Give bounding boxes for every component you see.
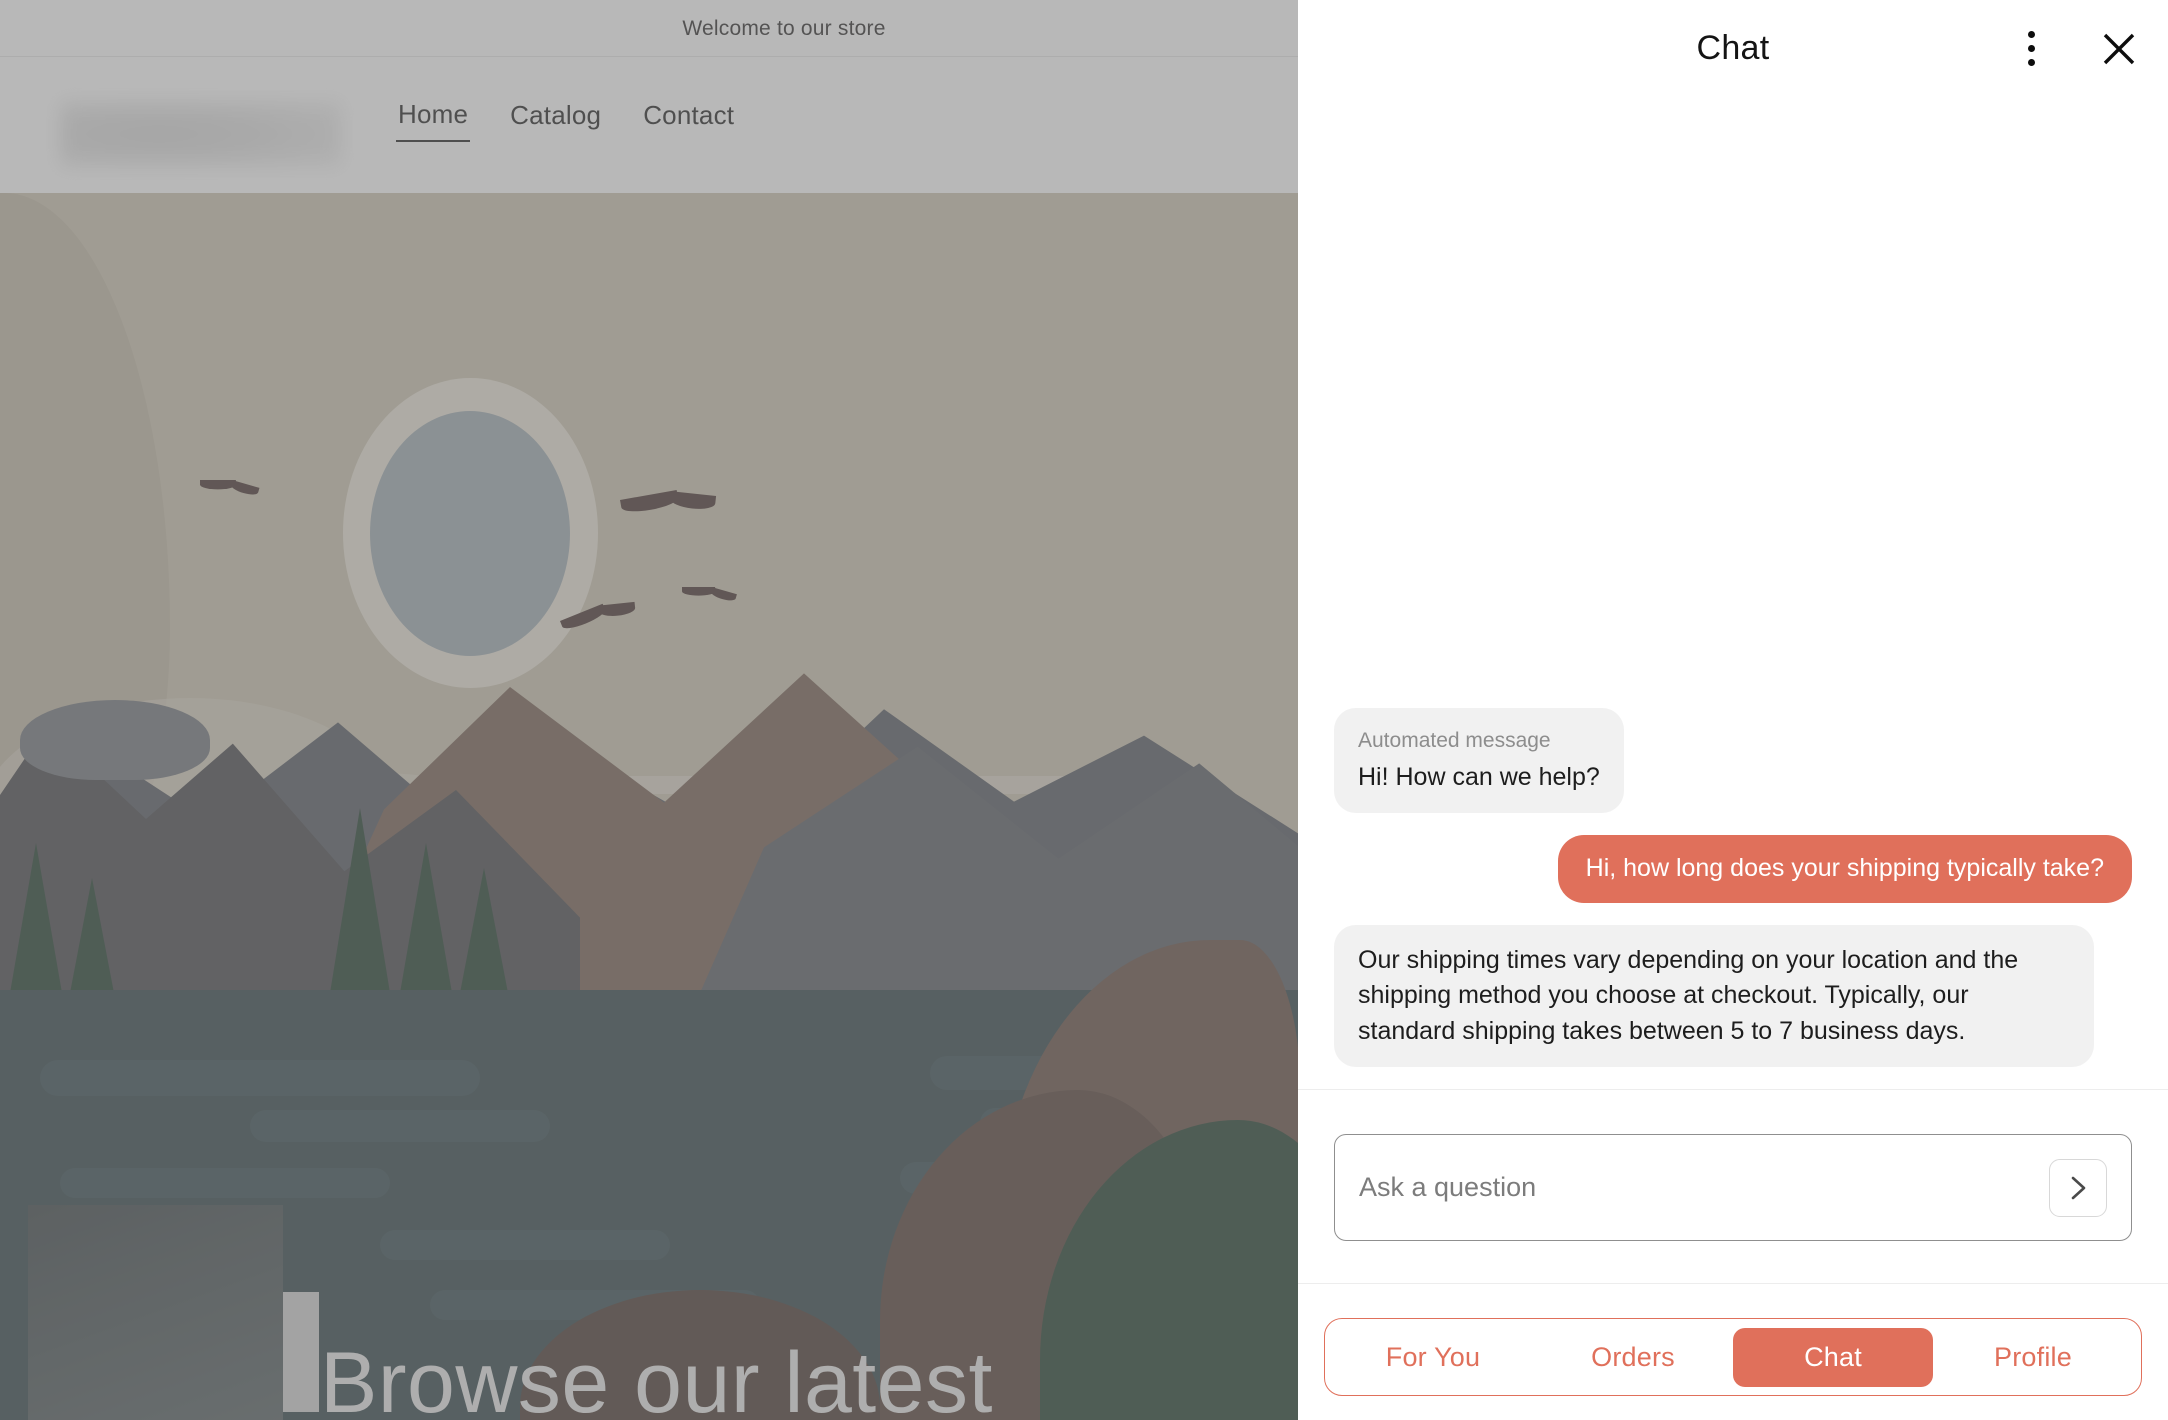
- store-page-background: Welcome to our store Home Catalog Contac…: [0, 0, 1300, 1420]
- close-icon[interactable]: [2096, 26, 2142, 72]
- message-bubble: Our shipping times vary depending on you…: [1334, 924, 2094, 1067]
- chat-header: Chat: [1298, 0, 2168, 97]
- message-bubble: Automated message Hi! How can we help?: [1334, 707, 1624, 813]
- message-text: Hi! How can we help?: [1358, 762, 1600, 791]
- bottom-tab-bar: For You Orders Chat Profile: [1324, 1318, 2142, 1396]
- tab-for-you[interactable]: For You: [1333, 1328, 1533, 1387]
- message-text: Our shipping times vary depending on you…: [1358, 945, 2019, 1045]
- chat-composer[interactable]: [1334, 1134, 2132, 1241]
- message-text: Hi, how long does your shipping typicall…: [1585, 854, 2104, 882]
- chat-message-bot: Our shipping times vary depending on you…: [1334, 924, 2132, 1067]
- page-dim-overlay[interactable]: [0, 0, 1300, 1420]
- app-screen: Welcome to our store Home Catalog Contac…: [0, 0, 2168, 1420]
- chat-header-actions: [2008, 0, 2142, 97]
- more-vertical-icon[interactable]: [2008, 26, 2054, 72]
- chat-message-bot: Automated message Hi! How can we help?: [1334, 707, 2132, 813]
- chat-message-list: Automated message Hi! How can we help? H…: [1298, 97, 2168, 1089]
- message-bubble: Hi, how long does your shipping typicall…: [1557, 835, 2132, 903]
- chat-panel: Chat Automated message Hi! How can we he…: [1298, 0, 2168, 1420]
- message-author-label: Automated message: [1358, 728, 1551, 752]
- send-button[interactable]: [2049, 1158, 2107, 1217]
- chat-bottom-nav-area: For You Orders Chat Profile: [1298, 1283, 2168, 1420]
- tab-orders[interactable]: Orders: [1533, 1328, 1733, 1387]
- chat-composer-area: [1298, 1089, 2168, 1283]
- tab-chat[interactable]: Chat: [1733, 1327, 1933, 1387]
- chat-message-user: Hi, how long does your shipping typicall…: [1334, 835, 2132, 903]
- tab-profile[interactable]: Profile: [1933, 1328, 2133, 1387]
- chat-input[interactable]: [1359, 1172, 2049, 1203]
